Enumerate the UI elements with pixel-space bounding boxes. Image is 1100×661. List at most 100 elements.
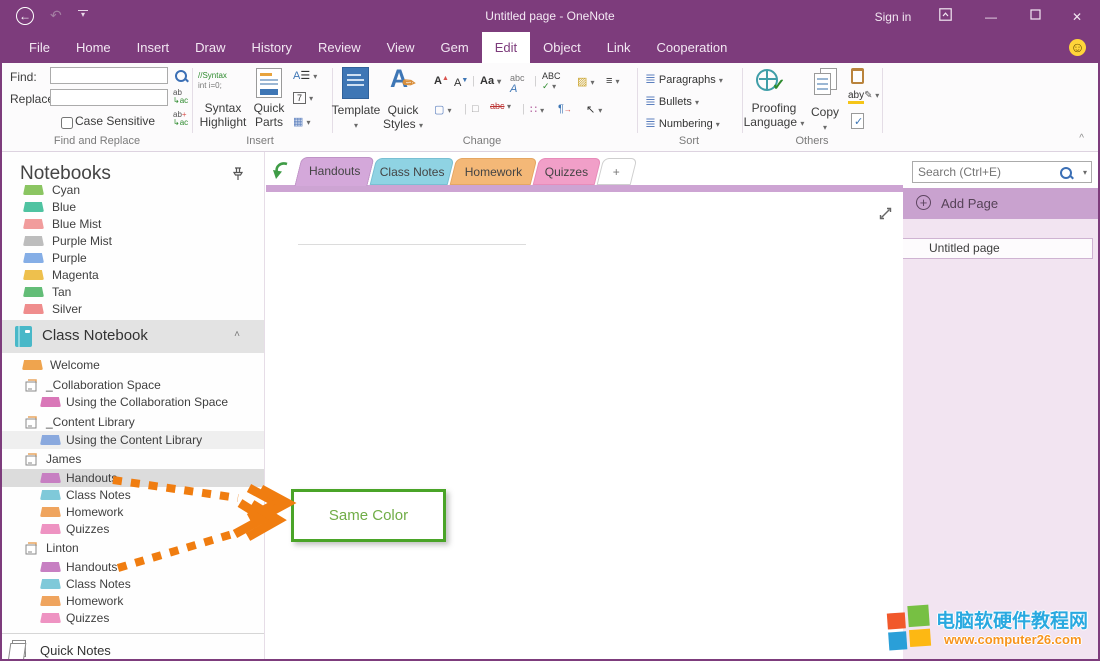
- page-item-untitled[interactable]: Untitled page: [903, 238, 1093, 259]
- section-group-item[interactable]: James: [2, 450, 264, 468]
- section-group-item[interactable]: _Collaboration Space: [2, 376, 264, 394]
- section-tab-homework[interactable]: Homework: [450, 158, 538, 185]
- notebook-item[interactable]: Silver: [2, 301, 264, 318]
- section-item[interactable]: Using the Collaboration Space: [2, 393, 264, 411]
- group-label-find-replace: Find and Replace: [37, 135, 157, 147]
- replace-input[interactable]: [50, 89, 168, 106]
- section-item[interactable]: Quizzes: [2, 520, 264, 538]
- section-item-selected[interactable]: Handouts: [2, 469, 264, 487]
- bullet-style-button[interactable]: ∷ ▾: [530, 103, 544, 116]
- tab-history[interactable]: History: [239, 32, 305, 63]
- case-sensitive-checkbox[interactable]: [61, 117, 73, 129]
- maximize-button[interactable]: [1020, 2, 1050, 32]
- quick-notes-button[interactable]: Quick Notes: [2, 633, 264, 659]
- section-color-bar: [266, 185, 903, 192]
- notebook-item[interactable]: Blue Mist: [2, 216, 264, 233]
- highlighter-button[interactable]: aby✎ ▾: [848, 90, 879, 101]
- template-icon: [342, 67, 369, 99]
- table-button[interactable]: ▦ ▾: [293, 115, 310, 128]
- check-note-icon[interactable]: ✓: [851, 113, 864, 129]
- search-input[interactable]: [916, 164, 1056, 180]
- close-button[interactable]: ✕: [1062, 2, 1092, 32]
- numbering-sort-button[interactable]: ≣Numbering ▾: [645, 115, 720, 131]
- fill-color-button[interactable]: ▨ ▾: [577, 75, 594, 88]
- tab-file[interactable]: File: [16, 32, 63, 63]
- section-group-item[interactable]: _Content Library: [2, 413, 264, 431]
- tab-gem[interactable]: Gem: [428, 32, 482, 63]
- add-page-button[interactable]: + Add Page: [903, 188, 1098, 219]
- ribbon-display-options-icon[interactable]: [932, 2, 958, 32]
- find-input[interactable]: [50, 67, 168, 84]
- bullets-sort-button[interactable]: ≣Bullets ▾: [645, 93, 699, 109]
- paragraphs-sort-button[interactable]: ≣Paragraphs ▾: [645, 71, 723, 87]
- tab-object[interactable]: Object: [530, 32, 594, 63]
- page-title-underline: [298, 244, 526, 245]
- sign-in-button[interactable]: Sign in: [863, 2, 923, 32]
- notebook-item[interactable]: Purple Mist: [2, 233, 264, 250]
- section-item[interactable]: Handouts: [2, 558, 264, 576]
- section-item[interactable]: Class Notes: [2, 486, 264, 504]
- section-item[interactable]: Homework: [2, 503, 264, 521]
- tab-edit[interactable]: Edit: [482, 32, 530, 63]
- paste-icon[interactable]: [851, 68, 864, 84]
- tab-draw[interactable]: Draw: [182, 32, 238, 63]
- tab-insert[interactable]: Insert: [124, 32, 183, 63]
- paragraph-mark-button[interactable]: ¶→: [558, 103, 572, 115]
- section-tab-class-notes[interactable]: Class Notes: [370, 158, 455, 185]
- tab-cooperation[interactable]: Cooperation: [644, 32, 741, 63]
- tab-link[interactable]: Link: [594, 32, 644, 63]
- spellcheck-button[interactable]: ABC✓ ▾: [542, 71, 561, 92]
- same-color-text-box[interactable]: Same Color: [291, 489, 446, 542]
- replace-icon[interactable]: ab ↳ac: [173, 89, 188, 105]
- search-box[interactable]: ▾: [912, 161, 1092, 183]
- character-case-icon[interactable]: abcA: [510, 73, 525, 95]
- notebook-item[interactable]: Tan: [2, 284, 264, 301]
- quick-parts-button[interactable]: Quick Parts: [240, 101, 298, 129]
- replace-all-icon[interactable]: ab+ ↳ac: [173, 111, 188, 127]
- collapse-caret-icon[interactable]: ˄: [234, 329, 240, 340]
- search-icon[interactable]: [174, 69, 188, 86]
- section-item[interactable]: Using the Content Library: [2, 431, 264, 449]
- ribbon: Find: Replace: ab ↳ac Case Sensitive ab+…: [2, 63, 1098, 152]
- search-scope-dropdown-icon[interactable]: ▾: [1083, 168, 1087, 177]
- pages-icon: [12, 640, 26, 657]
- tab-view[interactable]: View: [374, 32, 428, 63]
- section-tab-handouts[interactable]: Handouts: [294, 157, 374, 186]
- quick-styles-button[interactable]: Quick Styles ▾: [374, 103, 432, 133]
- section-item[interactable]: Quizzes: [2, 609, 264, 627]
- align-button[interactable]: ≡ ▾: [606, 75, 620, 87]
- quick-parts-icon: [256, 68, 282, 98]
- shrink-font-button[interactable]: A▼: [454, 77, 468, 89]
- smiley-icon[interactable]: ☺: [1069, 39, 1086, 56]
- new-section-tab[interactable]: +: [597, 158, 638, 185]
- frame-button[interactable]: □: [472, 103, 479, 115]
- calendar-button[interactable]: 7 ▾: [293, 92, 313, 104]
- select-cursor-button[interactable]: ↖ ▾: [586, 103, 602, 116]
- tab-home[interactable]: Home: [63, 32, 124, 63]
- section-item[interactable]: Welcome: [2, 356, 264, 374]
- numbered-list-button[interactable]: A☰ ▾: [293, 69, 317, 82]
- grow-font-button[interactable]: A▲: [434, 75, 449, 87]
- tab-review[interactable]: Review: [305, 32, 374, 63]
- collapse-ribbon-icon[interactable]: ^: [1079, 133, 1084, 144]
- page-canvas[interactable]: Handouts Class Notes Homework Quizzes + …: [266, 152, 903, 659]
- notebook-item[interactable]: Blue: [2, 199, 264, 216]
- section-tab-quizzes[interactable]: Quizzes: [533, 158, 602, 185]
- border-button[interactable]: ▢ ▾: [434, 103, 451, 116]
- onenote-window: ← ↶ ▾ Untitled page - OneNote Sign in — …: [0, 0, 1100, 661]
- minimize-button[interactable]: —: [976, 2, 1006, 32]
- section-item[interactable]: Class Notes: [2, 575, 264, 593]
- search-icon[interactable]: [1059, 166, 1073, 180]
- change-case-button[interactable]: Aa ▾: [480, 75, 501, 87]
- section-item[interactable]: Homework: [2, 592, 264, 610]
- notebook-item[interactable]: Purple: [2, 250, 264, 267]
- navigate-back-arrow-icon[interactable]: [272, 159, 292, 186]
- notebook-item[interactable]: Magenta: [2, 267, 264, 284]
- strikethrough-button[interactable]: abc ▾: [490, 101, 511, 111]
- notebook-item[interactable]: Cyan: [2, 182, 264, 199]
- section-group-item[interactable]: Linton: [2, 539, 264, 557]
- class-notebook-header[interactable]: Class Notebook ˄: [2, 320, 264, 353]
- proofing-language-button[interactable]: Proofing Language ▾: [736, 101, 812, 131]
- copy-button[interactable]: Copy▾: [802, 105, 848, 135]
- resize-diagonal-icon[interactable]: [878, 206, 893, 226]
